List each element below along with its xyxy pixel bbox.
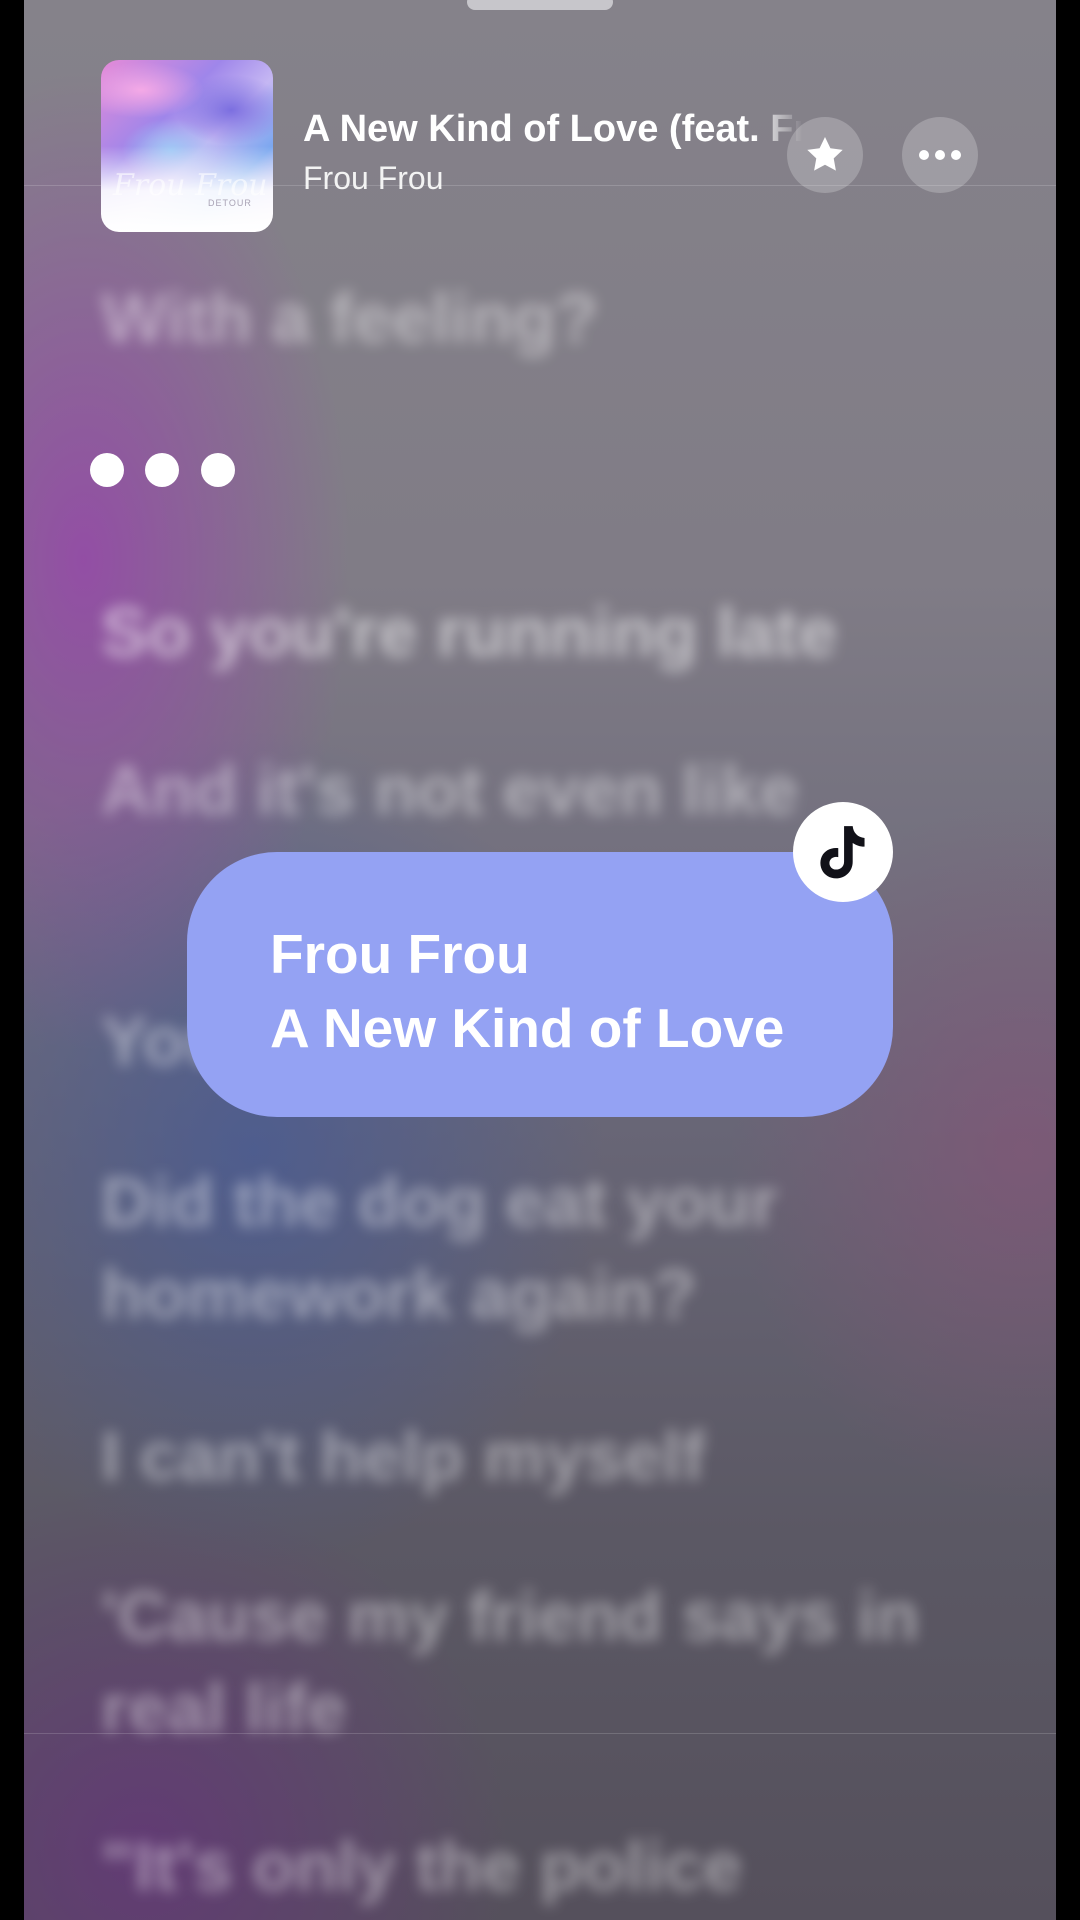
share-card[interactable]: Frou Frou A New Kind of Love xyxy=(187,852,893,1117)
artwork-subtitle: DETOUR xyxy=(208,198,252,208)
album-artwork[interactable]: Frou Frou DETOUR xyxy=(101,60,273,232)
song-artist[interactable]: Frou Frou xyxy=(303,160,443,197)
ellipsis-icon xyxy=(919,150,961,160)
indicator-dot xyxy=(201,453,235,487)
tiktok-icon xyxy=(820,826,865,879)
lyric-line[interactable]: "It's only the police xyxy=(101,1820,1001,1912)
lyric-line[interactable]: 'Cause my friend says in real life xyxy=(101,1570,1001,1754)
share-card-title: A New Kind of Love xyxy=(270,997,785,1059)
lyrics-screen: Frou Frou DETOUR A New Kind of Love (fea… xyxy=(24,0,1056,1920)
more-button[interactable] xyxy=(902,117,978,193)
tiktok-badge[interactable] xyxy=(793,802,893,902)
lyric-line[interactable]: I can't help myself xyxy=(101,1410,1001,1502)
lyric-line[interactable]: With a feeling? xyxy=(101,272,1001,364)
indicator-dot xyxy=(90,453,124,487)
star-icon xyxy=(807,137,843,171)
favorite-button[interactable] xyxy=(787,117,863,193)
share-card-artist: Frou Frou xyxy=(270,923,530,985)
song-title[interactable]: A New Kind of Love (feat. Frou Frou) xyxy=(303,108,803,151)
indicator-dot xyxy=(145,453,179,487)
lyric-line[interactable]: So you're running late xyxy=(101,586,1001,678)
sheet-grabber[interactable] xyxy=(467,0,613,10)
lyric-line[interactable]: Did the dog eat your homework again? xyxy=(101,1156,1001,1340)
